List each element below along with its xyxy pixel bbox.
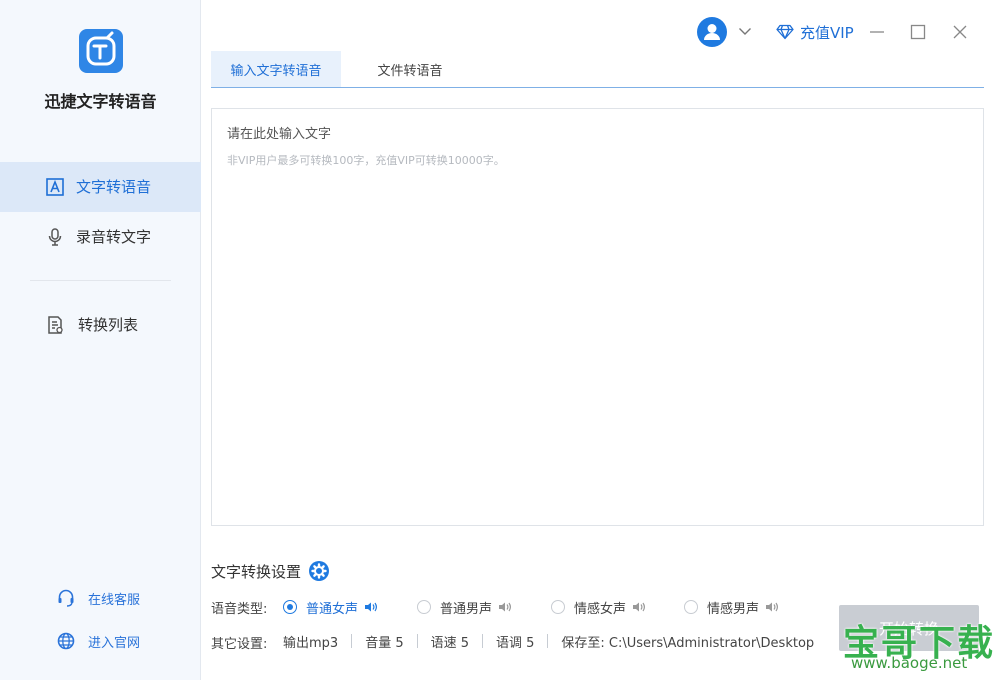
official-website-link[interactable]: 进入官网 — [56, 630, 140, 652]
nav-item-label: 文字转语音 — [76, 178, 152, 196]
close-icon[interactable] — [950, 22, 970, 42]
user-icon — [704, 24, 720, 40]
option-separator — [351, 634, 353, 648]
recharge-vip-button[interactable]: 充值VIP — [776, 21, 854, 43]
text-input-placeholder: 请在此处输入文字 — [227, 127, 332, 142]
app-logo-icon — [79, 29, 123, 73]
voice-type-label: 语音类型: — [211, 602, 268, 617]
output-format-option[interactable]: 输出mp3 — [283, 632, 338, 651]
text-a-icon — [46, 178, 64, 196]
save-path-option[interactable]: 保存至: C:\Users\Administrator\Desktop — [561, 632, 814, 651]
voice-option-label: 情感女声 — [574, 601, 627, 617]
diamond-icon — [776, 24, 794, 40]
radio-button[interactable] — [417, 600, 431, 614]
speed-option[interactable]: 语速 5 — [431, 632, 469, 651]
recharge-vip-label: 充值VIP — [800, 23, 854, 42]
customer-service-link[interactable]: 在线客服 — [56, 587, 140, 609]
speaker-icon[interactable] — [765, 601, 779, 613]
user-avatar[interactable] — [697, 17, 727, 47]
other-settings-label: 其它设置: — [211, 637, 268, 652]
tab-file-to-speech[interactable]: 文件转语音 — [345, 51, 475, 87]
voice-option-label: 情感男声 — [707, 601, 760, 617]
speaker-icon[interactable] — [632, 601, 646, 613]
start-convert-button[interactable]: 开始转换 — [839, 605, 979, 651]
customer-service-icon — [58, 589, 74, 607]
microphone-icon — [48, 228, 62, 246]
radio-button[interactable] — [551, 600, 565, 614]
radio-button[interactable] — [684, 600, 698, 614]
minimize-icon[interactable] — [867, 22, 887, 42]
radio-button[interactable] — [283, 600, 297, 614]
nav-divider — [30, 280, 171, 281]
list-document-icon — [48, 316, 63, 334]
option-separator — [482, 634, 483, 648]
voice-option-normal-female[interactable]: 普通女声 — [283, 598, 378, 617]
voice-option-normal-male[interactable]: 普通男声 — [417, 598, 512, 617]
pitch-option[interactable]: 语调 5 — [496, 632, 534, 651]
nav-item-label: 转换列表 — [78, 316, 139, 334]
sidebar: 迅捷文字转语音 文字转语音 录音转文字 转换列表 在线客服 进入官网 — [0, 0, 201, 680]
text-input-area[interactable]: 请在此处输入文字 非VIP用户最多可转换100字，充值VIP可转换10000字。 — [211, 108, 984, 526]
settings-title: 文字转换设置 — [211, 562, 302, 581]
nav-item-speech-to-text[interactable]: 录音转文字 — [0, 212, 201, 262]
app-name: 迅捷文字转语音 — [44, 92, 157, 111]
vip-limit-hint: 非VIP用户最多可转换100字，充值VIP可转换10000字。 — [227, 154, 505, 167]
official-website-label: 进入官网 — [88, 635, 141, 651]
tabs-underline — [211, 87, 984, 88]
voice-option-emotional-male[interactable]: 情感男声 — [684, 598, 779, 617]
nav-item-text-to-speech[interactable]: 文字转语音 — [0, 162, 201, 212]
voice-option-emotional-female[interactable]: 情感女声 — [551, 598, 646, 617]
speaker-icon[interactable] — [364, 601, 378, 613]
speaker-icon[interactable] — [498, 601, 512, 613]
watermark-url: www.baoge.net — [851, 654, 968, 672]
volume-option[interactable]: 音量 5 — [365, 632, 403, 651]
maximize-icon[interactable] — [908, 22, 928, 42]
option-separator — [547, 634, 549, 648]
chevron-down-icon[interactable] — [738, 26, 752, 36]
gear-icon[interactable] — [308, 560, 330, 582]
globe-icon — [57, 632, 75, 650]
settings-section: 文字转换设置 — [211, 560, 330, 582]
other-settings-row: 输出mp3 音量 5 语速 5 语调 5 保存至: C:\Users\Admin… — [283, 632, 814, 651]
tab-text-to-speech[interactable]: 输入文字转语音 — [211, 51, 341, 87]
customer-service-label: 在线客服 — [88, 592, 141, 608]
voice-option-label: 普通女声 — [306, 601, 359, 617]
option-separator — [416, 634, 418, 648]
voice-option-label: 普通男声 — [440, 601, 493, 617]
nav-item-conversion-list[interactable]: 转换列表 — [0, 300, 201, 350]
nav-item-label: 录音转文字 — [76, 228, 152, 246]
